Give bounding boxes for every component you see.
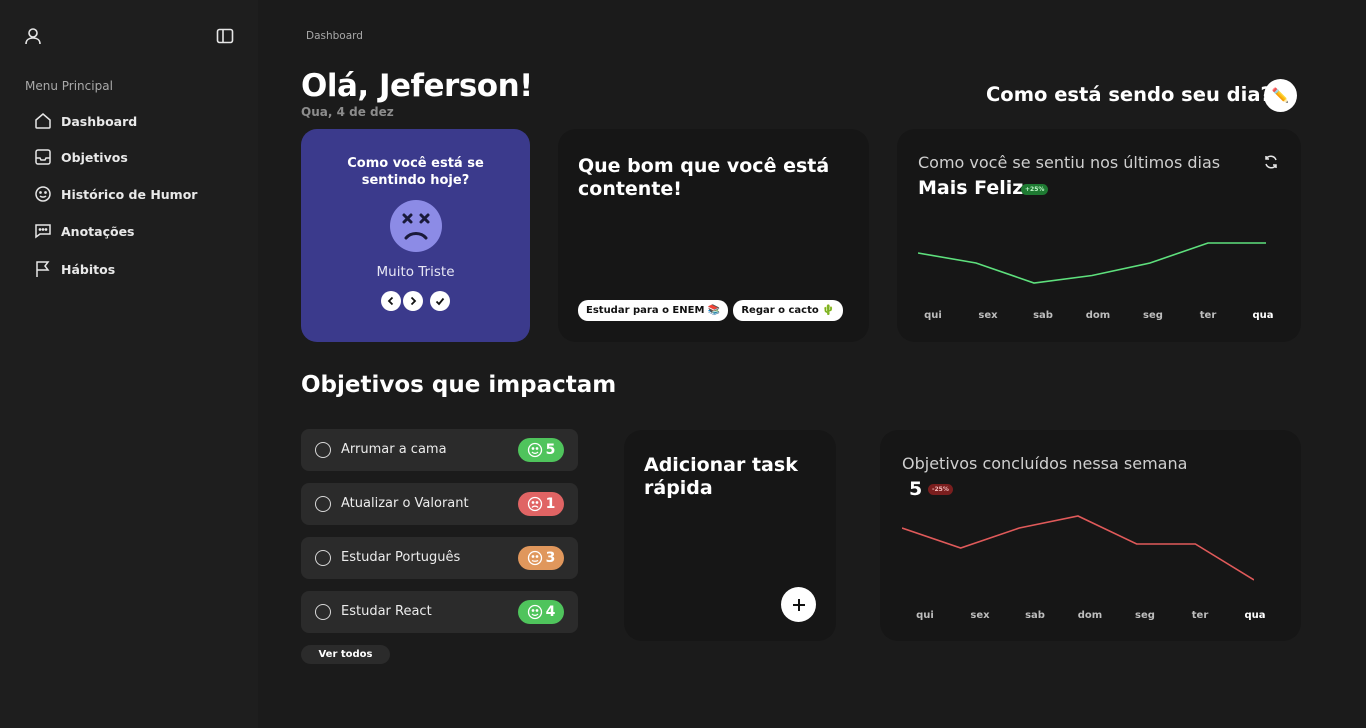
goal-label: Atualizar o Valorant — [341, 496, 469, 511]
goal-item[interactable]: Estudar Português 3 — [301, 537, 578, 579]
sad-face-icon — [527, 496, 542, 512]
add-task-button[interactable] — [781, 587, 816, 622]
goal-score: 4 — [545, 604, 556, 620]
user-icon[interactable] — [24, 27, 42, 45]
goal-item[interactable]: Estudar React 4 — [301, 591, 578, 633]
goal-checkbox[interactable] — [315, 442, 331, 458]
breadcrumb: Dashboard — [306, 30, 363, 42]
x-tick-label: seg — [1135, 610, 1155, 621]
sidebar-toggle-icon[interactable] — [216, 27, 234, 45]
very-sad-face-icon — [390, 200, 442, 252]
x-tick-label: dom — [1077, 610, 1103, 621]
see-all-button[interactable]: Ver todos — [301, 645, 390, 664]
mood-controls — [381, 291, 450, 311]
confirm-mood-button[interactable] — [430, 291, 450, 311]
goal-checkbox[interactable] — [315, 550, 331, 566]
goal-score: 5 — [545, 442, 556, 458]
sidebar-item-label: Anotações — [61, 223, 135, 239]
sidebar-heading: Menu Principal — [25, 79, 113, 93]
x-tick-label: qua — [1244, 610, 1266, 621]
sidebar-item-label: Objetivos — [61, 149, 128, 165]
happy-face-icon — [527, 442, 542, 458]
line-chart — [902, 515, 1254, 581]
goal-label: Estudar React — [341, 604, 432, 619]
goal-item[interactable]: Atualizar o Valorant 1 — [301, 483, 578, 525]
series-line — [902, 515, 1254, 581]
inbox-icon — [35, 149, 51, 165]
x-tick-label: qui — [916, 610, 934, 621]
chip-suggestion[interactable]: Estudar para o ENEM 📚 — [578, 300, 729, 321]
page-title: Olá, Jeferson! — [301, 68, 533, 104]
sidebar-item-objetivos[interactable]: Objetivos — [34, 146, 128, 168]
previous-mood-button[interactable] — [381, 291, 401, 311]
x-tick-label: qua — [1252, 310, 1274, 321]
happy-face-icon — [527, 604, 542, 620]
goal-impact-badge: 3 — [518, 546, 564, 570]
goal-label: Arrumar a cama — [341, 442, 447, 457]
chart-title: Como você se sentiu nos últimos dias — [918, 153, 1221, 172]
chevron-left-icon — [387, 296, 394, 306]
chart-headline: Mais Feliz — [918, 177, 1024, 199]
chip-suggestion[interactable]: Regar o cacto 🌵 — [733, 300, 843, 321]
sidebar-item-label: Dashboard — [61, 113, 138, 129]
goal-impact-badge: 4 — [518, 600, 564, 624]
x-tick-label: sab — [1033, 310, 1053, 321]
current-date: Qua, 4 de dez — [301, 105, 394, 119]
goal-label: Estudar Português — [341, 550, 461, 565]
goal-score: 3 — [545, 550, 556, 566]
x-tick-label: ter — [1199, 310, 1217, 321]
x-tick-label: sab — [1025, 610, 1045, 621]
chart-title: Objetivos concluídos nessa semana — [902, 454, 1188, 473]
refresh-icon[interactable] — [1263, 154, 1279, 170]
goal-item[interactable]: Arrumar a cama 5 — [301, 429, 578, 471]
pencil-icon: ✏️ — [1271, 87, 1290, 104]
goals-section-title: Objetivos que impactam — [301, 372, 617, 398]
message-icon — [35, 224, 51, 239]
quick-task-card: Adicionar task rápida — [624, 430, 836, 641]
happy-title: Que bom que você está contente! — [578, 155, 830, 200]
line-chart — [918, 242, 1266, 284]
mood-label: Muito Triste — [376, 264, 455, 280]
sidebar-item-dashboard[interactable]: Dashboard — [34, 110, 137, 132]
x-tick-label: seg — [1143, 310, 1163, 321]
smiley-icon — [35, 186, 51, 202]
day-question: Como está sendo seu dia? — [986, 83, 1272, 106]
chart-badge: +25% — [1021, 184, 1049, 195]
flag-icon — [36, 261, 50, 277]
sidebar-item-label: Histórico de Humor — [61, 186, 198, 202]
mood-chart-card: Como você se sentiu nos últimos dias Mai… — [897, 129, 1301, 342]
check-icon — [435, 297, 445, 306]
mood-card: Como você está se sentindo hoje? Muito T… — [301, 129, 530, 342]
edit-day-button[interactable]: ✏️ — [1264, 79, 1297, 112]
goal-score: 1 — [545, 496, 556, 512]
sidebar: Menu Principal Dashboard Objetivos Histó… — [0, 0, 258, 728]
neutral-face-icon — [527, 550, 542, 566]
sidebar-item-anotacoes[interactable]: Anotações — [34, 220, 135, 242]
chevron-right-icon — [410, 296, 417, 306]
x-tick-label: qui — [924, 310, 942, 321]
next-mood-button[interactable] — [403, 291, 423, 311]
series-line — [918, 242, 1266, 284]
x-tick-label: ter — [1191, 610, 1209, 621]
sidebar-item-historico[interactable]: Histórico de Humor — [34, 183, 197, 205]
x-tick-label: dom — [1085, 310, 1111, 321]
goal-checkbox[interactable] — [315, 604, 331, 620]
x-tick-label: sex — [970, 610, 990, 621]
x-tick-label: sex — [978, 310, 998, 321]
goals-chart-card: Objetivos concluídos nessa semana 5 -25%… — [880, 430, 1301, 641]
goal-impact-badge: 1 — [518, 492, 564, 516]
goal-checkbox[interactable] — [315, 496, 331, 512]
sidebar-item-label: Hábitos — [61, 261, 116, 277]
quick-task-title: Adicionar task rápida — [644, 454, 798, 499]
goal-impact-badge: 5 — [518, 438, 564, 462]
suggestion-chips: Estudar para o ENEM 📚 Regar o cacto 🌵 — [578, 300, 843, 321]
home-icon — [35, 113, 51, 129]
plus-icon — [792, 598, 805, 611]
happy-card: Que bom que você está contente! Estudar … — [558, 129, 869, 342]
mood-question: Como você está se sentindo hoje? — [347, 156, 484, 188]
sidebar-item-habitos[interactable]: Hábitos — [34, 258, 115, 280]
